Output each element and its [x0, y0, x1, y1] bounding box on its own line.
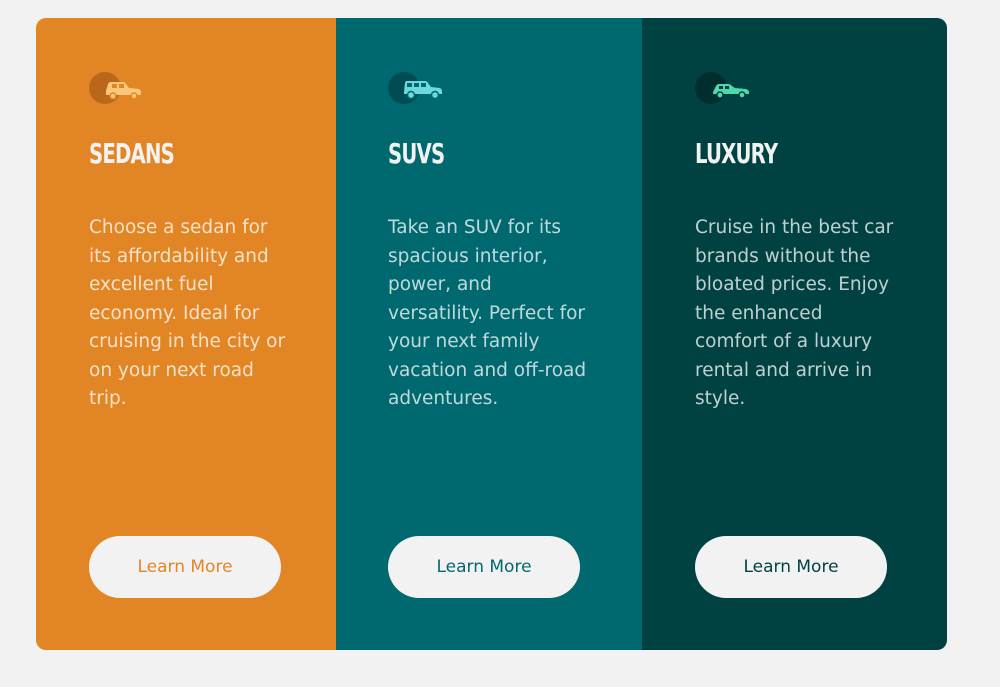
card-suvs: SUVS Take an SUV for its spacious interi… — [336, 18, 642, 650]
card-luxury: LUXURY Cruise in the best car brands wit… — [642, 18, 947, 650]
suv-car-icon — [388, 69, 448, 109]
learn-more-button[interactable]: Learn More — [388, 536, 580, 598]
card-description: Take an SUV for its spacious interior, p… — [388, 217, 587, 409]
learn-more-button[interactable]: Learn More — [89, 536, 281, 598]
luxury-car-icon — [695, 69, 755, 109]
car-cards-container: SEDANS Choose a sedan for its affordabil… — [36, 18, 947, 650]
card-sedans: SEDANS Choose a sedan for its affordabil… — [36, 18, 336, 650]
card-description: Choose a sedan for its affordability and… — [89, 217, 286, 409]
card-title: LUXURY — [695, 137, 778, 170]
sedan-car-icon — [89, 69, 149, 109]
card-title: SEDANS — [89, 137, 175, 170]
card-description: Cruise in the best car brands without th… — [695, 217, 894, 409]
learn-more-button[interactable]: Learn More — [695, 536, 887, 598]
card-title: SUVS — [388, 137, 445, 170]
